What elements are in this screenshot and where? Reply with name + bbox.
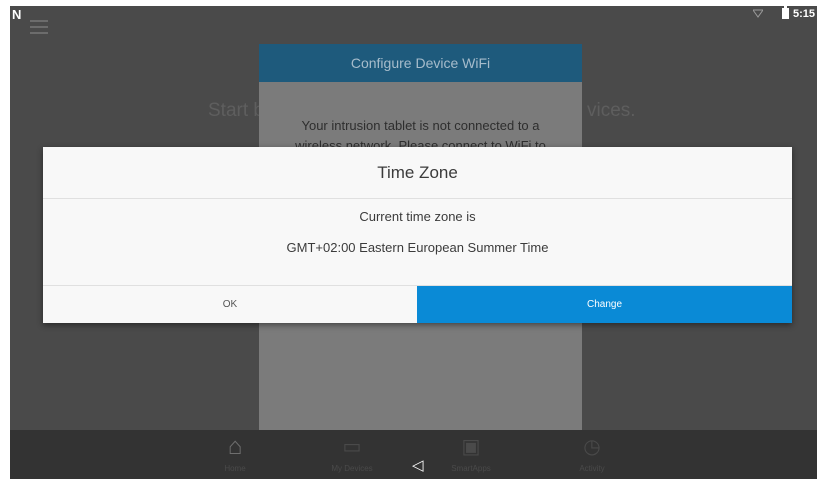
nav-item-activity[interactable]: ◷ Activity bbox=[552, 436, 632, 473]
dialog-title: Time Zone bbox=[43, 147, 792, 199]
wifi-signal-icon bbox=[752, 9, 764, 21]
status-bar: N 5:15 bbox=[10, 6, 817, 28]
nav-item-label: Home bbox=[224, 464, 246, 473]
devices-icon: ▭ bbox=[342, 436, 362, 458]
current-time-zone-value: GMT+02:00 Eastern European Summer Time bbox=[286, 240, 549, 255]
current-time-zone-label: Current time zone is bbox=[359, 209, 476, 224]
nav-item-label: Activity bbox=[579, 464, 605, 473]
nav-item-label: SmartApps bbox=[451, 464, 491, 473]
menu-icon[interactable] bbox=[30, 20, 48, 38]
nav-item-label: My Devices bbox=[331, 464, 373, 473]
notification-icon: N bbox=[12, 7, 22, 22]
background-heading-right: vices. bbox=[587, 100, 636, 121]
smartapps-icon: ▣ bbox=[461, 436, 481, 458]
device-screen: N 5:15 Start b vices. Configure Device W… bbox=[10, 6, 817, 479]
time-zone-dialog: Time Zone Current time zone is GMT+02:00… bbox=[43, 147, 792, 323]
battery-icon bbox=[782, 6, 789, 19]
nav-item-my-devices[interactable]: ▭ My Devices bbox=[312, 436, 392, 473]
home-icon: ⌂ bbox=[227, 433, 243, 460]
back-icon[interactable]: ◁ bbox=[412, 458, 424, 473]
nav-item-smartapps[interactable]: ▣ SmartApps bbox=[431, 436, 511, 473]
activity-icon: ◷ bbox=[583, 436, 601, 458]
ok-button[interactable]: OK bbox=[43, 286, 417, 323]
nav-item-home[interactable]: ⌂ Home bbox=[195, 433, 275, 474]
configure-wifi-title: Configure Device WiFi bbox=[259, 44, 582, 82]
status-clock: 5:15 bbox=[792, 8, 815, 20]
background-heading-left: Start b bbox=[208, 100, 264, 121]
change-button[interactable]: Change bbox=[417, 286, 792, 323]
dialog-button-bar: OK Change bbox=[43, 285, 792, 323]
configure-wifi-message: Your intrusion tablet is not connected t… bbox=[295, 118, 546, 153]
